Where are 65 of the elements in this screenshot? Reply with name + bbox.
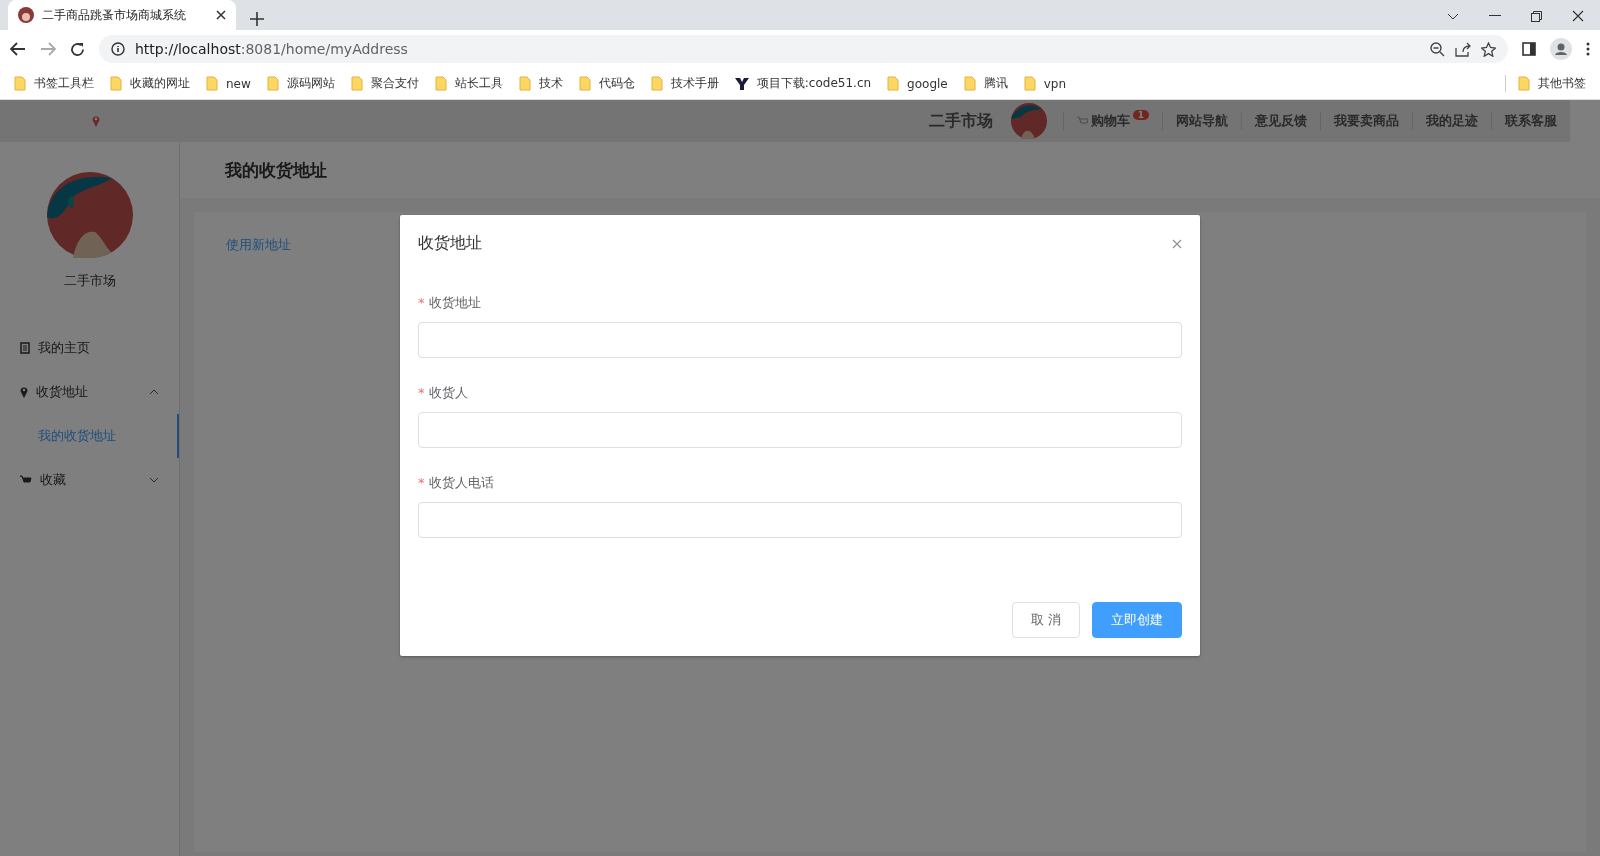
zoom-out-icon[interactable] bbox=[1430, 41, 1445, 57]
bookmark[interactable]: vpn bbox=[1043, 76, 1067, 91]
bookmark[interactable]: 站长工具 bbox=[454, 75, 503, 92]
bookmark[interactable]: 技术手册 bbox=[670, 75, 719, 92]
bookmark[interactable]: 项目下载:code51.cn bbox=[756, 75, 872, 92]
y-logo-icon bbox=[734, 76, 749, 91]
location-pin-icon bbox=[20, 386, 28, 398]
bookmark[interactable]: 其他书签 bbox=[1538, 75, 1586, 92]
star-icon[interactable] bbox=[1481, 41, 1496, 57]
input-field[interactable] bbox=[418, 322, 1182, 358]
folder-icon bbox=[1518, 76, 1530, 91]
share-icon[interactable] bbox=[1455, 41, 1471, 57]
bookmark[interactable]: 源码网站 bbox=[286, 75, 335, 92]
reload-icon[interactable] bbox=[70, 41, 85, 57]
folder-icon bbox=[434, 76, 447, 91]
document-icon bbox=[20, 342, 30, 354]
bookmark[interactable]: 聚合支付 bbox=[370, 75, 419, 92]
info-icon bbox=[111, 42, 125, 56]
bookmark[interactable]: 腾讯 bbox=[983, 75, 1008, 92]
cart-icon bbox=[1076, 116, 1088, 126]
field-label: * 收货人电话 bbox=[418, 474, 495, 492]
input-field[interactable] bbox=[418, 502, 1182, 538]
bookmark[interactable]: new bbox=[226, 76, 251, 91]
restore-icon[interactable] bbox=[1531, 10, 1542, 22]
minimize-icon[interactable] bbox=[1489, 15, 1501, 17]
folder-icon bbox=[206, 76, 218, 91]
folder-icon bbox=[110, 76, 122, 91]
bookmark[interactable]: 书签工具栏 bbox=[34, 75, 94, 92]
side-panel-icon[interactable] bbox=[1522, 42, 1536, 56]
cart-icon bbox=[20, 475, 32, 485]
folder-icon bbox=[518, 76, 531, 91]
dialog-title: 收货地址 bbox=[418, 233, 482, 254]
page-title: 我的收货地址 bbox=[180, 142, 1600, 198]
input-field[interactable] bbox=[418, 412, 1182, 448]
sidebar-item[interactable]: 收货地址 bbox=[0, 370, 179, 414]
bookmark[interactable]: 收藏的网址 bbox=[130, 75, 190, 92]
folder-icon bbox=[963, 76, 976, 91]
count-badge: 1 bbox=[1132, 110, 1149, 120]
chevron-up-icon[interactable] bbox=[149, 389, 159, 395]
profile-icon[interactable] bbox=[1550, 38, 1572, 60]
sidebar-item[interactable]: 收藏 bbox=[0, 458, 179, 502]
folder-icon bbox=[650, 76, 663, 91]
address-bar[interactable]: http://localhost:8081/home/myAddress bbox=[99, 35, 1508, 63]
menu-icon[interactable] bbox=[1586, 42, 1590, 56]
close-icon[interactable] bbox=[1572, 10, 1584, 22]
cancel-button[interactable]: 取 消 bbox=[1011, 602, 1080, 638]
field-label: * 收货地址 bbox=[418, 294, 482, 312]
sidebar-item[interactable]: 我的主页 bbox=[0, 326, 179, 370]
folder-icon bbox=[578, 76, 591, 91]
back-icon[interactable] bbox=[10, 42, 26, 56]
location-pin-icon bbox=[92, 115, 100, 127]
folder-icon bbox=[350, 76, 363, 91]
bookmark[interactable]: 技术 bbox=[538, 75, 563, 92]
close-icon[interactable] bbox=[216, 10, 226, 20]
new-tab-icon[interactable] bbox=[250, 12, 264, 26]
folder-icon bbox=[266, 76, 279, 91]
username: 二手市场 bbox=[63, 272, 116, 290]
bookmark[interactable]: google bbox=[907, 76, 948, 91]
folder-icon bbox=[887, 76, 900, 91]
chevron-down-icon[interactable] bbox=[1447, 12, 1459, 20]
bookmark[interactable]: 代码仓 bbox=[598, 75, 635, 92]
field-label: * 收货人 bbox=[418, 384, 469, 402]
folder-icon bbox=[1023, 76, 1036, 91]
folder-icon bbox=[14, 76, 26, 91]
browser-tab[interactable]: 二手商品跳蚤市场商城系统 bbox=[8, 0, 236, 30]
